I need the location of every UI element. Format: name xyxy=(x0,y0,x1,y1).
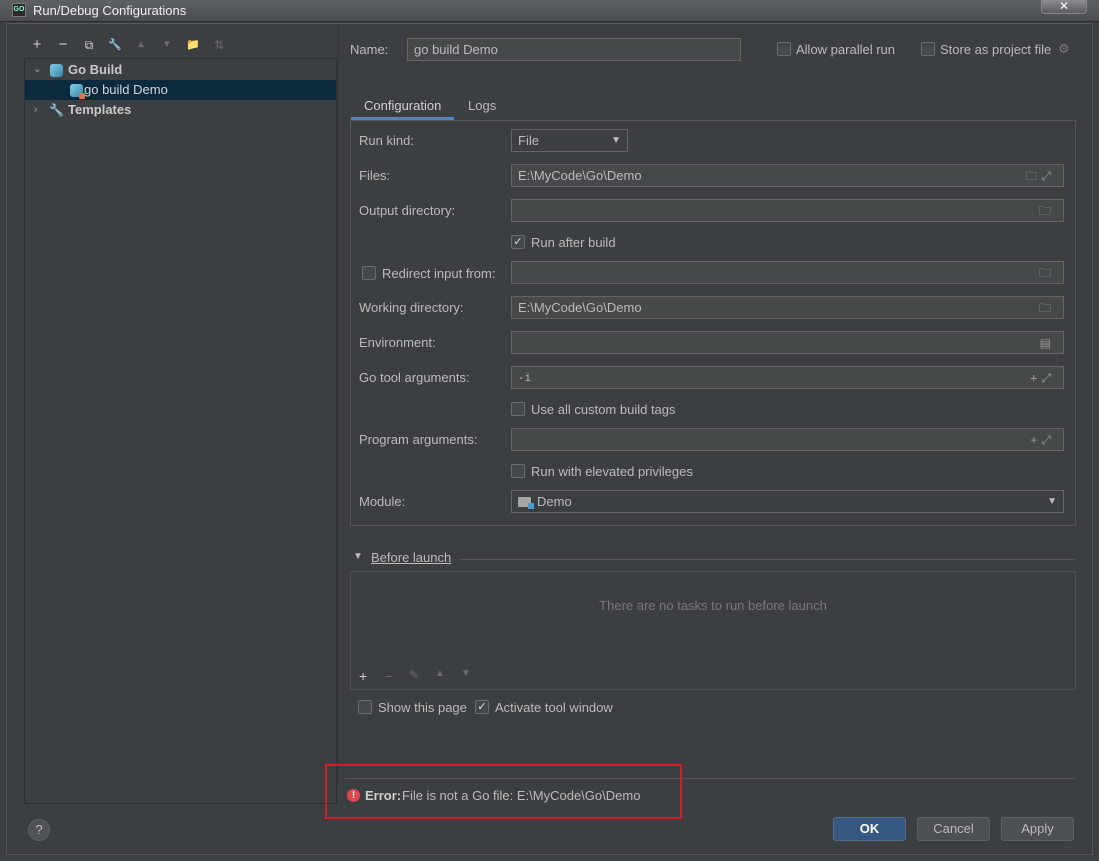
store-as-project-label: Store as project file xyxy=(940,42,1052,57)
tab-logs[interactable]: Logs xyxy=(455,94,509,120)
add-expand-icons[interactable]: +⤢ xyxy=(1030,430,1055,450)
go-tool-args-value: -i xyxy=(518,371,532,384)
wrench-icon: 🔧 xyxy=(49,103,64,117)
show-page-checkbox[interactable] xyxy=(358,700,372,714)
run-after-build-checkbox[interactable]: ✓ xyxy=(511,235,525,249)
tree-item-go-build-demo[interactable]: go build Demo xyxy=(25,80,336,100)
show-page-label: Show this page xyxy=(378,700,467,715)
program-args-label: Program arguments: xyxy=(359,432,478,447)
error-icon: ! xyxy=(347,789,360,802)
allow-parallel-checkbox[interactable] xyxy=(777,42,791,56)
run-kind-select[interactable]: File ▼ xyxy=(511,129,628,152)
chevron-down-icon[interactable]: ⌄ xyxy=(33,60,43,80)
go-tool-args-label: Go tool arguments: xyxy=(359,370,470,385)
gear-icon[interactable]: ⚙ xyxy=(1058,41,1070,57)
output-dir-field[interactable]: 🗀 xyxy=(511,199,1064,222)
move-down-icon[interactable]: ▼ xyxy=(461,668,471,679)
error-message: File is not a Go file: E:\MyCode\Go\Demo xyxy=(402,788,641,803)
go-build-icon xyxy=(50,64,63,77)
add-icon[interactable]: + xyxy=(28,37,46,53)
empty-tasks-text: There are no tasks to run before launch xyxy=(599,598,827,613)
run-after-build-label: Run after build xyxy=(531,235,616,250)
folder-icon[interactable]: 🗀 xyxy=(1039,201,1055,221)
folder-icon[interactable]: 🗀 xyxy=(1039,298,1055,318)
working-dir-label: Working directory: xyxy=(359,300,464,315)
splitter[interactable] xyxy=(338,24,339,784)
tab-configuration[interactable]: Configuration xyxy=(351,94,455,120)
folder-expand-icons[interactable]: 🗀⤢ xyxy=(1025,166,1055,186)
dropdown-arrow-icon: ▼ xyxy=(611,135,621,146)
dropdown-arrow-icon: ▼ xyxy=(1047,496,1057,507)
tree-item-label: Templates xyxy=(68,102,132,117)
remove-task-icon[interactable]: − xyxy=(385,668,393,684)
apply-button[interactable]: Apply xyxy=(1001,817,1074,841)
elevated-checkbox[interactable] xyxy=(511,464,525,478)
module-folder-icon xyxy=(518,497,534,509)
collapse-triangle-icon[interactable]: ▼ xyxy=(353,551,363,562)
module-label: Module: xyxy=(359,494,406,509)
document-icon[interactable]: ▤ xyxy=(1040,333,1055,353)
config-tree[interactable]: ⌄ Go Build go build Demo › 🔧 Templates xyxy=(24,58,337,804)
go-run-config-icon xyxy=(70,84,85,99)
environment-field[interactable]: ▤ xyxy=(511,331,1064,354)
cancel-button[interactable]: Cancel xyxy=(917,817,990,841)
add-expand-icons[interactable]: +⤢ xyxy=(1030,368,1055,388)
folder-icon[interactable]: 📁 xyxy=(184,37,202,53)
redirect-input-field[interactable]: 🗀 xyxy=(511,261,1064,284)
elevated-label: Run with elevated privileges xyxy=(531,464,693,479)
wrench-icon[interactable]: 🔧 xyxy=(106,37,124,53)
before-launch-list[interactable]: There are no tasks to run before launch … xyxy=(350,571,1076,690)
ok-button[interactable]: OK xyxy=(833,817,906,841)
run-kind-value: File xyxy=(518,133,539,148)
error-prefix: Error: xyxy=(365,788,402,803)
dialog-body: + − ⧉ 🔧 ▲ ▼ 📁 ⇅ ⌄ Go Build go build Demo… xyxy=(6,23,1093,855)
window-title: Run/Debug Configurations xyxy=(33,3,187,18)
redirect-input-label: Redirect input from: xyxy=(382,266,496,281)
move-up-icon[interactable]: ▲ xyxy=(132,37,150,53)
run-kind-label: Run kind: xyxy=(359,133,414,148)
files-value: E:\MyCode\Go\Demo xyxy=(518,168,642,183)
divider xyxy=(459,559,1075,560)
tree-item-go-build[interactable]: ⌄ Go Build xyxy=(25,60,336,80)
store-as-project-checkbox[interactable] xyxy=(921,42,935,56)
redirect-input-checkbox[interactable] xyxy=(362,266,376,280)
activate-tool-label: Activate tool window xyxy=(495,700,613,715)
name-field[interactable]: go build Demo xyxy=(407,38,741,61)
before-launch-label[interactable]: Before launch xyxy=(371,550,451,565)
custom-build-tags-checkbox[interactable] xyxy=(511,402,525,416)
add-task-icon[interactable]: + xyxy=(359,668,367,684)
module-value: Demo xyxy=(537,494,572,509)
folder-icon[interactable]: 🗀 xyxy=(1039,263,1055,283)
custom-build-tags-label: Use all custom build tags xyxy=(531,402,676,417)
tree-item-label: Go Build xyxy=(68,62,123,77)
tree-item-templates[interactable]: › 🔧 Templates xyxy=(25,100,336,120)
files-label: Files: xyxy=(359,168,391,183)
close-button[interactable]: ✕ xyxy=(1041,0,1087,14)
allow-parallel-label: Allow parallel run xyxy=(796,42,895,57)
files-field[interactable]: E:\MyCode\Go\Demo 🗀⤢ xyxy=(511,164,1064,187)
environment-label: Environment: xyxy=(359,335,436,350)
go-tool-args-field[interactable]: -i +⤢ xyxy=(511,366,1064,389)
move-down-icon[interactable]: ▼ xyxy=(158,37,176,53)
app-icon: GO xyxy=(12,3,26,17)
move-up-icon[interactable]: ▲ xyxy=(435,668,445,679)
activate-tool-checkbox[interactable]: ✓ xyxy=(475,700,489,714)
remove-icon[interactable]: − xyxy=(54,37,72,53)
help-button[interactable]: ? xyxy=(28,819,50,841)
copy-icon[interactable]: ⧉ xyxy=(80,37,98,53)
sort-icon[interactable]: ⇅ xyxy=(210,37,228,53)
output-dir-label: Output directory: xyxy=(359,203,456,218)
working-dir-field[interactable]: E:\MyCode\Go\Demo 🗀 xyxy=(511,296,1064,319)
working-dir-value: E:\MyCode\Go\Demo xyxy=(518,300,642,315)
chevron-right-icon[interactable]: › xyxy=(34,100,44,120)
edit-task-icon[interactable]: ✎ xyxy=(409,668,419,682)
title-bar: GO Run/Debug Configurations ✕ xyxy=(0,0,1099,22)
program-args-field[interactable]: +⤢ xyxy=(511,428,1064,451)
name-label: Name: xyxy=(350,42,389,57)
tree-item-label: go build Demo xyxy=(84,82,168,97)
module-select[interactable]: Demo ▼ xyxy=(511,490,1064,513)
